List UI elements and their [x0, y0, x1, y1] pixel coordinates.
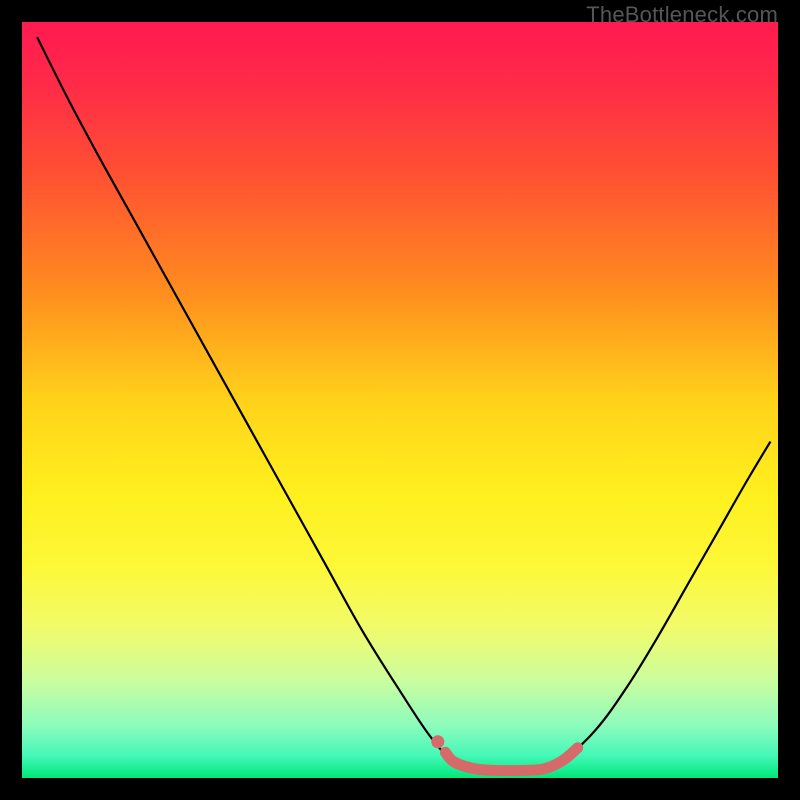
highlight-dot: [431, 735, 444, 748]
plot-background: [22, 22, 778, 778]
chart-container: TheBottleneck.com: [0, 0, 800, 800]
chart-svg: [22, 22, 778, 778]
